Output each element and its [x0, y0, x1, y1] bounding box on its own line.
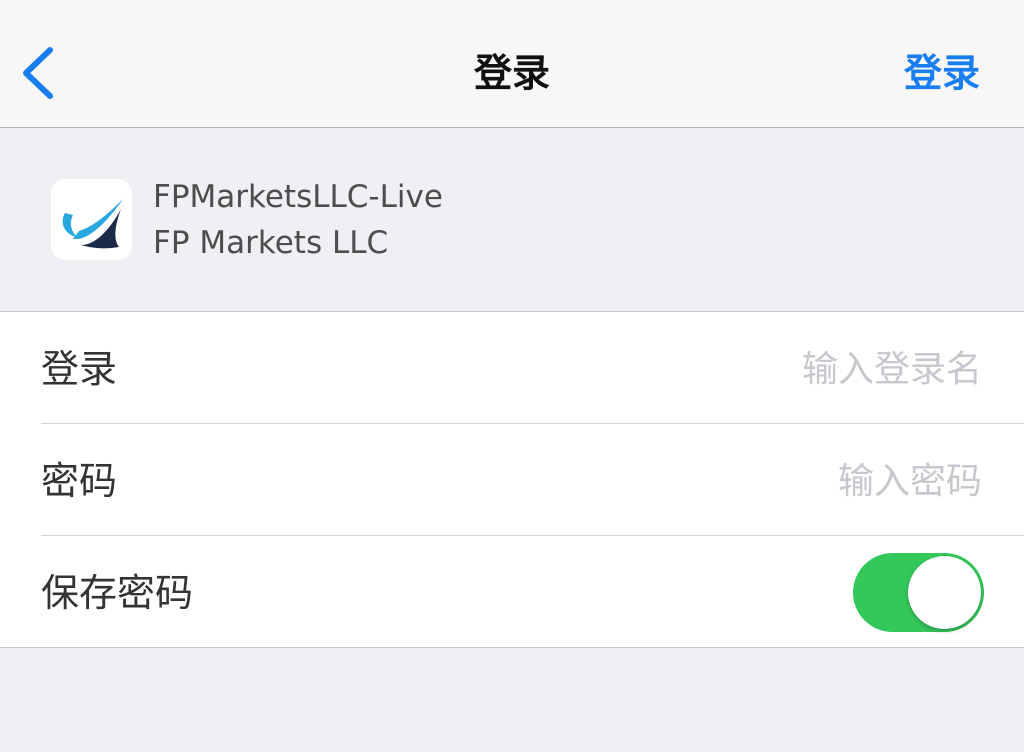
password-row: 密码: [0, 424, 1024, 536]
navigation-bar: 登录 登录: [0, 0, 1024, 128]
password-input[interactable]: [462, 455, 982, 507]
server-info: FPMarketsLLC-Live FP Markets LLC: [0, 128, 1024, 311]
login-row: 登录: [0, 312, 1024, 424]
server-company: FP Markets LLC: [153, 225, 389, 261]
login-submit-button[interactable]: 登录: [904, 46, 980, 100]
login-label: 登录: [41, 347, 118, 391]
password-label: 密码: [41, 459, 118, 503]
toggle-knob: [908, 556, 981, 629]
save-password-row: 保存密码: [0, 536, 1024, 648]
server-logo: [51, 179, 132, 260]
save-password-label: 保存密码: [41, 571, 194, 615]
page-title: 登录: [473, 51, 550, 95]
login-input[interactable]: [462, 343, 982, 395]
save-password-toggle[interactable]: [853, 553, 984, 632]
server-name: FPMarketsLLC-Live: [153, 179, 443, 215]
login-form: 登录 密码 保存密码: [0, 311, 1024, 648]
fp-markets-logo-icon: [62, 199, 123, 249]
